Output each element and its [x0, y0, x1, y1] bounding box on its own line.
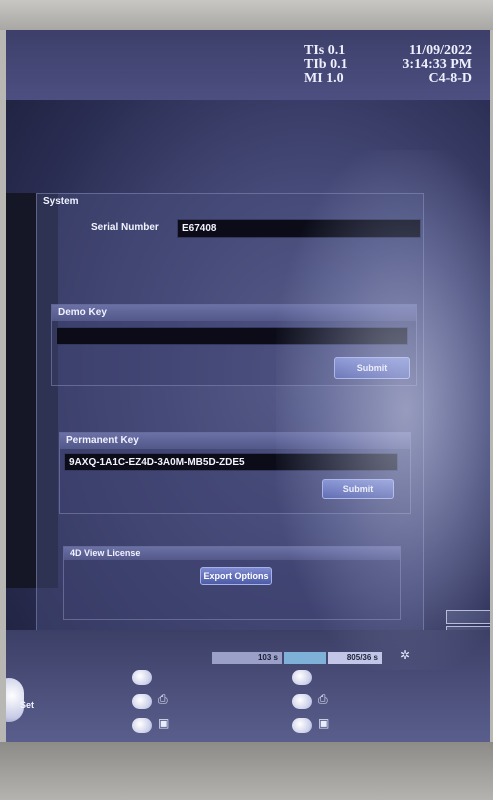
progress-segment: [284, 652, 326, 664]
view4d-license-title: 4D View License: [64, 547, 400, 560]
acoustic-indices: TIs 0.1 TIb 0.1 MI 1.0: [304, 44, 348, 86]
left-time-segment: 103 s: [212, 652, 282, 664]
control-knob-1[interactable]: [132, 670, 152, 685]
license-panel: System Serial Number E67408 Demo Key Sub…: [36, 193, 424, 633]
printer-icon-2[interactable]: ⎙: [318, 692, 328, 707]
right-side-tab-1[interactable]: [446, 610, 490, 624]
permanent-key-input[interactable]: 9AXQ-1A1C-EZ4D-3A0M-MB5D-ZDE5: [64, 453, 398, 471]
date-time-probe: 11/09/2022 3:14:33 PM C4-8-D: [392, 44, 472, 86]
printer-icon[interactable]: ⎙: [158, 692, 168, 707]
ultrasound-screen: TIs 0.1 TIb 0.1 MI 1.0 11/09/2022 3:14:3…: [6, 30, 490, 742]
permanent-key-submit-button[interactable]: Submit: [322, 479, 394, 499]
demo-key-input[interactable]: [56, 327, 408, 345]
mi-readout: MI 1.0: [304, 71, 344, 86]
bottom-status-bar: 103 s 805/36 s ✲: [6, 630, 490, 742]
gear-icon[interactable]: ✲: [400, 648, 410, 662]
tib-readout: TIb 0.1: [304, 57, 348, 72]
demo-key-submit-button[interactable]: Submit: [334, 357, 410, 379]
demo-key-group: Demo Key Submit: [51, 304, 417, 386]
probe-readout: C4-8-D: [428, 71, 472, 86]
control-knob-2[interactable]: [132, 694, 152, 709]
time-readout: 3:14:33 PM: [402, 57, 472, 72]
control-knob-3[interactable]: [132, 718, 152, 733]
demo-key-title: Demo Key: [52, 305, 416, 321]
set-label: Set: [20, 700, 35, 710]
right-time-segment: 805/36 s: [328, 652, 382, 664]
monitor-bezel-top: [0, 0, 493, 30]
date-readout: 11/09/2022: [408, 43, 472, 58]
serial-number-field: E67408: [177, 219, 421, 238]
system-group: System Serial Number E67408: [37, 194, 421, 252]
view4d-license-group: 4D View License Export Options: [63, 546, 401, 620]
permanent-key-group: Permanent Key 9AXQ-1A1C-EZ4D-3A0M-MB5D-Z…: [59, 432, 411, 514]
control-knob-6[interactable]: [292, 718, 312, 733]
control-knob-4[interactable]: [292, 670, 312, 685]
system-title: System: [43, 196, 79, 207]
serial-number-label: Serial Number: [91, 222, 159, 233]
tis-readout: TIs 0.1: [304, 43, 346, 58]
permanent-key-title: Permanent Key: [60, 433, 410, 449]
control-knob-5[interactable]: [292, 694, 312, 709]
save-icon[interactable]: ▣: [158, 716, 169, 730]
monitor-bezel-bottom: [0, 742, 493, 800]
save-icon-2[interactable]: ▣: [318, 716, 329, 730]
export-options-button[interactable]: Export Options: [200, 567, 272, 585]
